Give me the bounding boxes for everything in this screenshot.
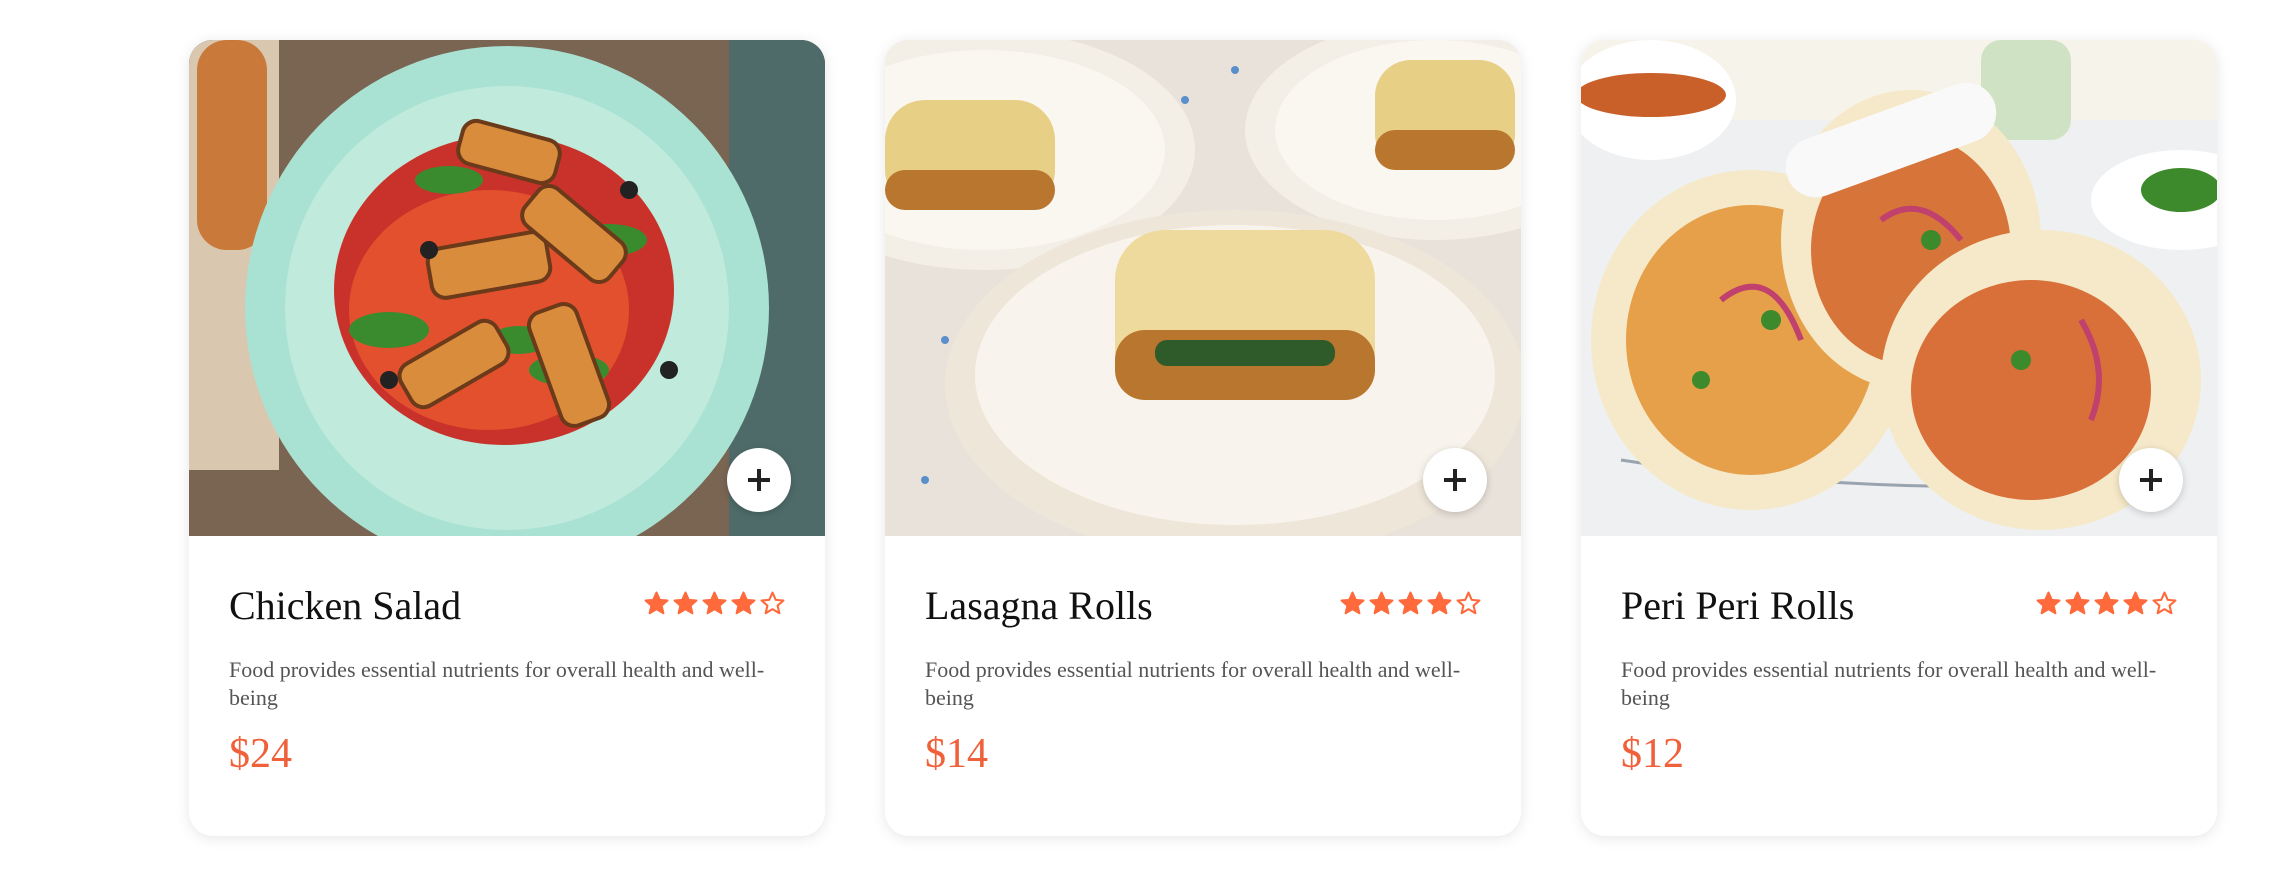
star-filled-icon (1340, 591, 1365, 614)
card-description: Food provides essential nutrients for ov… (1621, 657, 2157, 710)
salad-photo (189, 40, 825, 536)
lasagna-photo (885, 40, 1521, 536)
add-to-cart-button[interactable] (2119, 448, 2183, 512)
star-filled-icon (1427, 591, 1452, 614)
add-to-cart-button[interactable] (727, 448, 791, 512)
card-price: $24 (229, 731, 292, 777)
star-rating (644, 591, 785, 616)
star-filled-icon (1369, 591, 1394, 614)
star-filled-icon (2123, 591, 2148, 614)
star-outline-icon (760, 591, 785, 614)
star-outline-icon (2152, 591, 2177, 614)
star-filled-icon (731, 591, 756, 614)
plus-icon (2140, 469, 2162, 491)
card-title: Peri Peri Rolls (1621, 583, 1855, 628)
card-description: Food provides essential nutrients for ov… (229, 657, 765, 710)
card-price: $14 (925, 731, 988, 777)
menu-card-grid: Chicken Salad Food provides essential nu… (189, 40, 2217, 836)
star-filled-icon (644, 591, 669, 614)
star-filled-icon (2065, 591, 2090, 614)
star-outline-icon (1456, 591, 1481, 614)
card-title: Lasagna Rolls (925, 583, 1153, 628)
star-rating (1340, 591, 1481, 616)
star-filled-icon (673, 591, 698, 614)
card-description: Food provides essential nutrients for ov… (925, 657, 1461, 710)
star-filled-icon (2036, 591, 2061, 614)
plus-icon (1444, 469, 1466, 491)
menu-card-peri-peri-rolls[interactable]: Peri Peri Rolls Food provides essential … (1581, 40, 2217, 836)
card-price: $12 (1621, 731, 1684, 777)
star-filled-icon (702, 591, 727, 614)
star-filled-icon (1398, 591, 1423, 614)
menu-card-chicken-salad[interactable]: Chicken Salad Food provides essential nu… (189, 40, 825, 836)
add-to-cart-button[interactable] (1423, 448, 1487, 512)
menu-card-lasagna-rolls[interactable]: Lasagna Rolls Food provides essential nu… (885, 40, 1521, 836)
plus-icon (748, 469, 770, 491)
wrap-photo (1581, 40, 2217, 536)
card-title: Chicken Salad (229, 583, 462, 628)
star-filled-icon (2094, 591, 2119, 614)
star-rating (2036, 591, 2177, 616)
